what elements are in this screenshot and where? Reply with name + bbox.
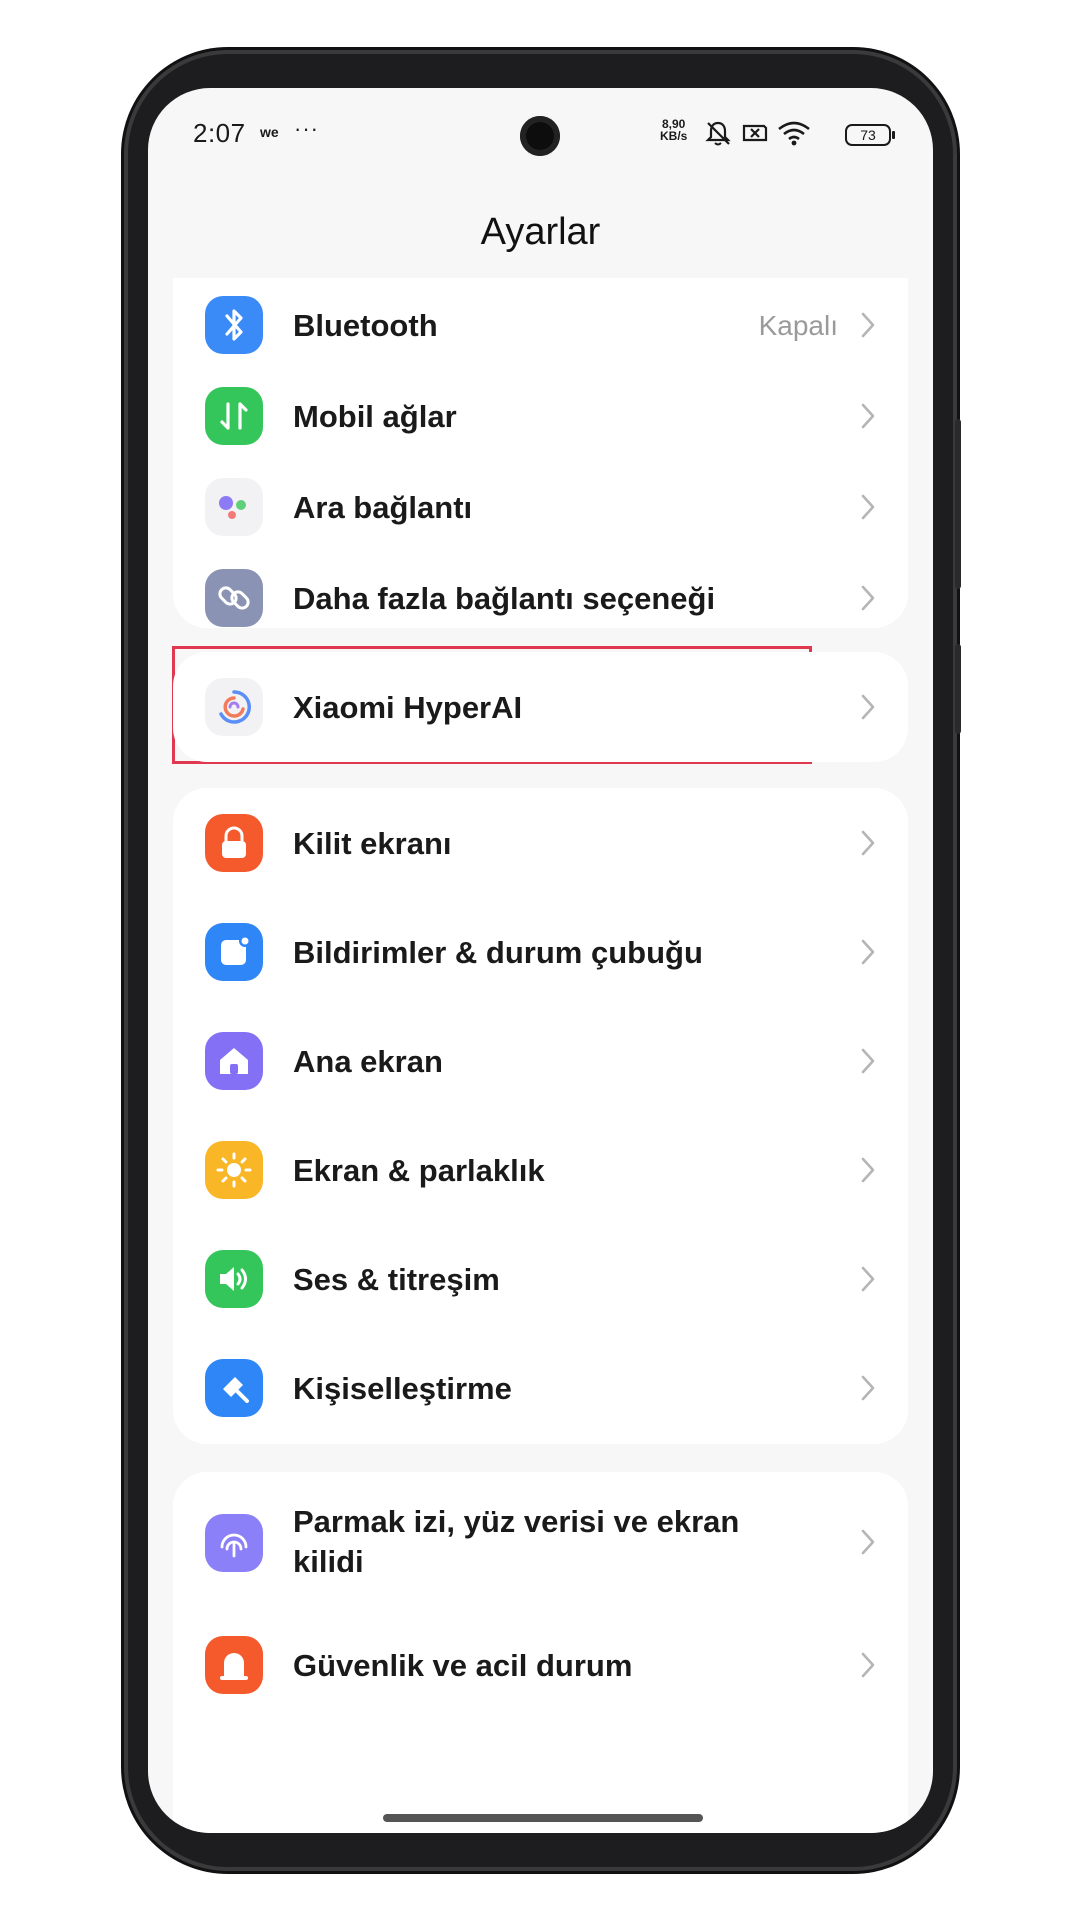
page-title: Ayarlar (480, 211, 601, 253)
settings-item-more-connection-options[interactable]: Daha fazla bağlantı seçeneği (173, 543, 908, 653)
settings-item-home-screen[interactable]: Ana ekran (173, 1006, 908, 1116)
settings-item-label: Mobil ağlar (293, 399, 457, 434)
mobile-data-icon (205, 387, 263, 445)
status-time: 2:07 (193, 118, 246, 148)
chevron-right-icon (861, 585, 875, 611)
chevron-right-icon (861, 830, 875, 856)
settings-item-label: Kilit ekranı (293, 826, 452, 861)
settings-group-display: Kilit ekranı Bildirimler & durum çubuğu (173, 788, 908, 1444)
settings-item-label: Parmak izi, yüz verisi ve ekran kilidi (293, 1504, 740, 1579)
settings-item-label: Ekran & parlaklık (293, 1153, 545, 1188)
screen: 2:07 we ··· 8,90 KB/s 73 Ayarlar Bluetoo… (148, 88, 933, 1833)
more-notifications-icon: ··· (294, 116, 319, 141)
settings-item-notifications[interactable]: Bildirimler & durum çubuğu (173, 897, 908, 1007)
chevron-right-icon (861, 1157, 875, 1183)
settings-item-label: Bluetooth (293, 308, 438, 343)
no-sim-icon (742, 124, 768, 142)
settings-group-ai: Xiaomi HyperAI (173, 652, 908, 762)
chevron-right-icon (861, 694, 875, 720)
settings-item-label: Ara bağlantı (293, 490, 473, 525)
chevron-right-icon (861, 939, 875, 965)
settings-group-connectivity: Bluetooth Kapalı Mobil ağlar Ara bağlant… (173, 278, 908, 628)
settings-item-lock-screen[interactable]: Kilit ekranı (173, 788, 908, 898)
chevron-right-icon (861, 403, 875, 429)
network-speed: 8,90 KB/s (660, 118, 687, 142)
settings-item-label: Bildirimler & durum çubuğu (293, 935, 703, 970)
settings-item-security-emergency[interactable]: Güvenlik ve acil durum (173, 1610, 908, 1720)
settings-item-personalization[interactable]: Kişiselleştirme (173, 1333, 908, 1443)
carrier-mark: we (260, 124, 279, 140)
volume-button (955, 419, 961, 589)
settings-item-label: Xiaomi HyperAI (293, 690, 523, 725)
settings-item-label: Ana ekran (293, 1044, 443, 1079)
home-icon (205, 1032, 263, 1090)
notification-icon (205, 923, 263, 981)
connect-dots-icon (205, 478, 263, 536)
brush-icon (205, 1359, 263, 1417)
speaker-icon (205, 1250, 263, 1308)
bluetooth-status: Kapalı (758, 310, 838, 341)
chevron-right-icon (861, 1375, 875, 1401)
chevron-right-icon (861, 1529, 875, 1555)
settings-group-security: Parmak izi, yüz verisi ve ekran kilidi G… (173, 1472, 908, 1833)
chevron-right-icon (861, 312, 875, 338)
fingerprint-icon (205, 1514, 263, 1572)
battery-icon: 73 (845, 124, 895, 146)
chevron-right-icon (861, 1266, 875, 1292)
chevron-right-icon (861, 1652, 875, 1678)
front-camera (520, 116, 560, 156)
settings-item-fingerprint-face-lock[interactable]: Parmak izi, yüz verisi ve ekran kilidi (173, 1472, 908, 1612)
status-bar: 2:07 we ··· 8,90 KB/s 73 (148, 88, 933, 178)
mute-icon (705, 121, 731, 146)
sun-icon (205, 1141, 263, 1199)
chevron-right-icon (861, 1048, 875, 1074)
wifi-icon (778, 121, 810, 146)
network-speed-unit: KB/s (660, 129, 688, 143)
settings-item-label: Güvenlik ve acil durum (293, 1648, 633, 1683)
settings-item-display-brightness[interactable]: Ekran & parlaklık (173, 1115, 908, 1225)
lock-icon (205, 814, 263, 872)
chevron-right-icon (861, 494, 875, 520)
settings-item-label: Daha fazla bağlantı seçeneği (293, 581, 716, 616)
power-button (955, 644, 961, 734)
settings-item-sound-vibration[interactable]: Ses & titreşim (173, 1224, 908, 1334)
bluetooth-icon (205, 296, 263, 354)
home-indicator[interactable] (383, 1814, 703, 1822)
emergency-icon (205, 1636, 263, 1694)
settings-item-label: Ses & titreşim (293, 1262, 500, 1297)
link-icon (205, 569, 263, 627)
settings-item-label: Kişiselleştirme (293, 1371, 512, 1406)
phone-frame: 2:07 we ··· 8,90 KB/s 73 Ayarlar Bluetoo… (128, 54, 961, 1867)
hyperai-icon (205, 678, 263, 736)
settings-item-xiaomi-hyperai[interactable]: Xiaomi HyperAI (173, 652, 908, 762)
